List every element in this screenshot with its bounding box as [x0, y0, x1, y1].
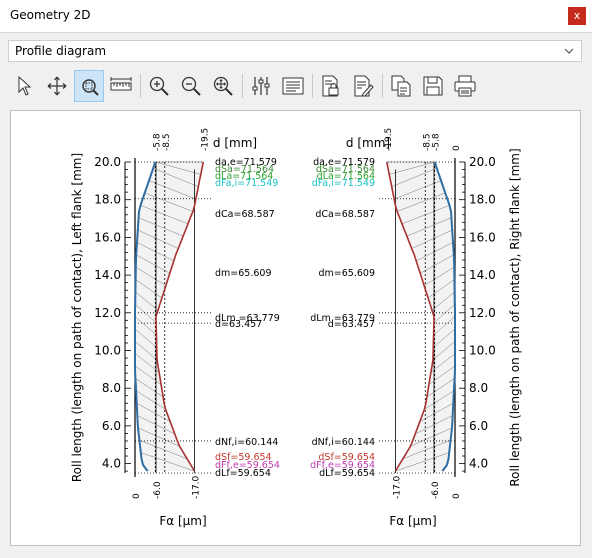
edit-document-button[interactable] [348, 70, 378, 102]
close-button[interactable]: x [568, 7, 586, 25]
diameter-annotation: dFa,i=71.549 [215, 178, 278, 189]
diameter-annotation: d=63.457 [215, 319, 262, 330]
toolbar-separator [382, 74, 383, 98]
toolbar-separator [312, 74, 313, 98]
select-tool-button[interactable] [10, 70, 40, 102]
diagram-type-select[interactable]: Profile diagram [8, 40, 582, 62]
diameter-annotation: dm=65.609 [215, 268, 272, 279]
save-button[interactable] [418, 70, 448, 102]
y-tick-label: 12.0 [94, 306, 121, 320]
top-tick-label: -19.5 [200, 128, 210, 151]
print-icon [454, 75, 476, 97]
ruler-measure-icon [110, 77, 132, 91]
document-lock-icon [322, 75, 339, 97]
diameter-annotation: dm=65.609 [319, 268, 376, 279]
y-tick-label: 4.0 [469, 457, 488, 471]
bottom-tick-label: -6.0 [153, 481, 163, 499]
copy-icon [391, 75, 411, 97]
diameter-annotation: dNf,i=60.144 [215, 437, 278, 448]
y-tick-label: 16.0 [469, 230, 496, 244]
document-edit-icon [354, 75, 374, 97]
diagram-type-value: Profile diagram [15, 44, 107, 58]
top-tick-label: -8.5 [162, 133, 172, 151]
y-tick-label: 6.0 [469, 419, 488, 433]
zoom-fit-button[interactable] [208, 70, 238, 102]
toolbar-separator [140, 74, 141, 98]
settings-sliders-icon [252, 77, 270, 95]
y-tick-label: 8.0 [102, 381, 121, 395]
diameter-annotation: dFa,i=71.549 [312, 178, 375, 189]
diameter-annotation: dCa=68.587 [215, 209, 275, 220]
x-axis-label: Fα [μm] [159, 514, 206, 528]
lock-document-button[interactable] [316, 70, 346, 102]
title-bar: Geometry 2D x [0, 0, 592, 33]
profile-diagram-chart: 20.0 18.0 16.0 14.0 12.0 10.0 8.0 6.0 4.0 -5.8 -8.… [70, 128, 522, 528]
zoom-in-button[interactable] [144, 70, 174, 102]
y-tick-label: 18.0 [94, 193, 121, 207]
y-tick-label: 6.0 [102, 419, 121, 433]
window-title: Geometry 2D [10, 8, 91, 22]
bottom-tick-label: -17.0 [393, 475, 403, 499]
diagram-canvas[interactable]: 20.0 18.0 16.0 14.0 12.0 10.0 8.0 6.0 4.0 -5.8 -8.… [10, 110, 581, 546]
diameter-annotation: dLf=59.654 [319, 468, 375, 479]
top-tick-label: 0 [452, 145, 462, 151]
select-arrow-icon [18, 75, 32, 96]
y-axis-label: Roll length (length on path of contact),… [508, 148, 522, 486]
y-tick-label: 4.0 [102, 457, 121, 471]
zoom-window-icon [82, 79, 99, 96]
y-tick-label: 20.0 [94, 155, 121, 169]
text-info-button[interactable] [278, 70, 308, 102]
text-list-icon [282, 77, 304, 95]
bottom-tick-label: -17.0 [192, 475, 202, 499]
y-tick-label: 10.0 [469, 343, 496, 357]
pan-move-icon [47, 76, 67, 96]
diameter-annotation: d=63.457 [328, 319, 375, 330]
chevron-down-icon [564, 48, 574, 54]
bottom-tick-label: 0 [452, 493, 462, 499]
diameter-annotation: dNf,i=60.144 [312, 437, 375, 448]
y-tick-label: 12.0 [469, 306, 496, 320]
toolbar-separator [242, 74, 243, 98]
y-tick-label: 18.0 [469, 193, 496, 207]
copy-button[interactable] [386, 70, 416, 102]
y-tick-label: 16.0 [94, 230, 121, 244]
bottom-tick-label: -6.0 [431, 481, 441, 499]
print-button[interactable] [450, 70, 480, 102]
y-tick-label: 10.0 [94, 343, 121, 357]
y-axis-label: Roll length (length on path of contact),… [70, 153, 84, 482]
settings-button[interactable] [246, 70, 276, 102]
zoom-fit-icon [213, 76, 233, 96]
diameter-unit-label: d [mm] [213, 136, 257, 150]
measure-button[interactable] [106, 70, 136, 102]
bottom-tick-label: 0 [132, 493, 142, 499]
zoom-out-button[interactable] [176, 70, 206, 102]
zoom-out-icon [181, 76, 201, 96]
pan-tool-button[interactable] [42, 70, 72, 102]
diameter-unit-label: d [mm] [346, 136, 390, 150]
zoom-window-button[interactable] [74, 70, 104, 102]
save-icon [423, 76, 443, 96]
top-tick-label: -5.8 [432, 133, 442, 151]
toolbar [8, 70, 582, 104]
y-tick-label: 14.0 [469, 268, 496, 282]
zoom-in-icon [149, 76, 169, 96]
y-tick-label: 8.0 [469, 381, 488, 395]
diameter-annotation: dLf=59.654 [215, 468, 271, 479]
y-tick-label: 20.0 [469, 155, 496, 169]
diameter-annotation: dCa=68.587 [315, 209, 375, 220]
x-axis-label: Fα [μm] [389, 514, 436, 528]
y-tick-label: 14.0 [94, 268, 121, 282]
